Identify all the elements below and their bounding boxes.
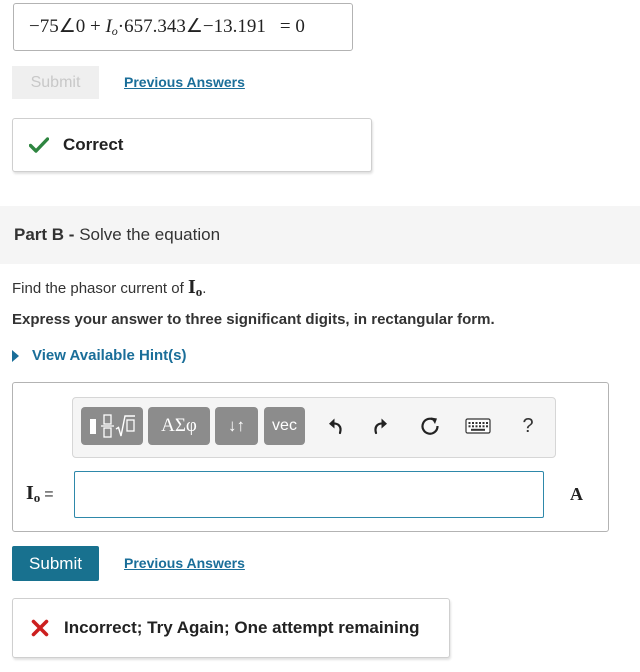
equation-equals-zero: = 0 <box>279 16 305 37</box>
redo-icon[interactable] <box>366 412 394 440</box>
part-b-previous-answers-link[interactable]: Previous Answers <box>124 555 245 571</box>
part-b-submit-button[interactable]: Submit <box>12 546 99 581</box>
sqrt-template-icon <box>90 414 135 438</box>
greek-symbols-button[interactable]: ΑΣφ <box>148 407 210 445</box>
keyboard-shape <box>465 418 491 434</box>
part-b-question: Find the phasor current of Io. <box>12 276 206 300</box>
keyboard-icon[interactable] <box>464 412 492 440</box>
part-b-label: Part B - <box>14 225 75 244</box>
question-variable: Io <box>187 276 202 299</box>
answer-variable-label: Io = <box>26 482 54 506</box>
part-a-submit-button[interactable]: Submit <box>12 66 99 99</box>
view-hints-link[interactable]: View Available Hint(s) <box>12 347 187 364</box>
hint-label: View Available Hint(s) <box>32 347 187 364</box>
caret-right-icon <box>12 349 19 362</box>
answer-input[interactable] <box>74 471 544 518</box>
checkmark-icon <box>29 137 49 153</box>
undo-arrow-shape <box>329 418 342 435</box>
part-a-feedback-correct: Correct <box>12 118 372 172</box>
part-b-header: Part B - Solve the equation <box>0 206 640 264</box>
answer-variable-letter: I <box>26 482 34 504</box>
subscript-superscript-button[interactable]: ↓↑ <box>215 407 258 445</box>
templates-button[interactable] <box>81 407 143 445</box>
vector-button[interactable]: vec <box>264 407 305 445</box>
part-b-feedback-incorrect: Incorrect; Try Again; One attempt remain… <box>12 598 450 658</box>
cross-icon <box>31 619 49 637</box>
part-a-previous-answers-link[interactable]: Previous Answers <box>124 74 245 90</box>
equation-term1: −75∠0 + <box>29 16 106 37</box>
part-b-title: Solve the equation <box>79 225 221 244</box>
correct-feedback-label: Correct <box>63 135 124 154</box>
incorrect-feedback-label: Incorrect; Try Again; One attempt remain… <box>64 618 420 637</box>
reset-icon[interactable] <box>416 412 444 440</box>
question-end: . <box>202 280 207 297</box>
question-text: Find the phasor current of <box>12 280 188 297</box>
reset-circle-shape <box>421 417 439 435</box>
help-button[interactable]: ? <box>514 412 542 440</box>
part-a-answer-display: −75∠0 + Io·657.343∠−13.191 = 0 <box>13 3 353 51</box>
redo-arrow-shape <box>374 418 387 435</box>
equation-term2: ·657.343∠−13.191 <box>117 16 266 37</box>
question-variable-letter: I <box>187 276 196 298</box>
answer-variable-subscript: o <box>33 490 41 505</box>
part-a-equation: −75∠0 + Io·657.343∠−13.191 = 0 <box>29 15 305 39</box>
part-b-instruction: Express your answer to three significant… <box>12 311 495 328</box>
answer-unit: A <box>570 484 583 504</box>
undo-icon[interactable] <box>322 412 350 440</box>
answer-equals-sign: = <box>44 486 54 503</box>
